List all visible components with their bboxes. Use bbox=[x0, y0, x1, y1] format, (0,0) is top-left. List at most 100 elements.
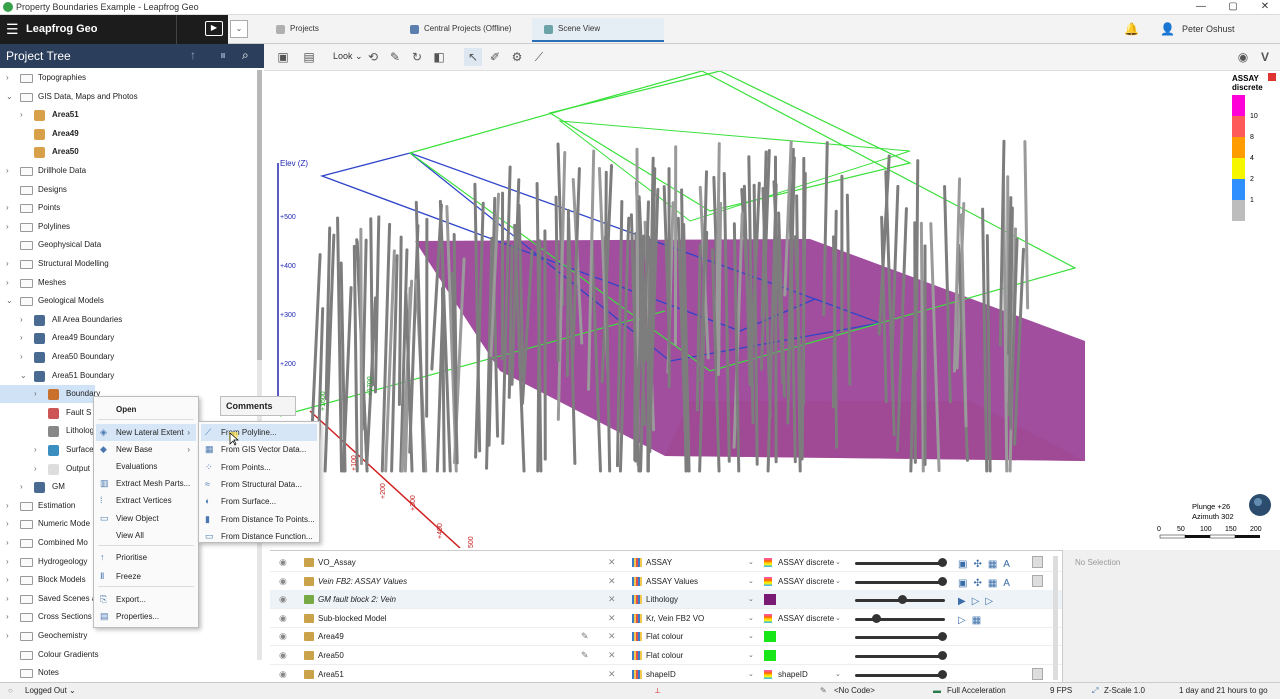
tree-item[interactable]: › All Area Boundaries bbox=[20, 311, 264, 329]
comments-label[interactable]: Comments bbox=[226, 401, 273, 411]
expand-chevron-icon[interactable]: › bbox=[20, 478, 30, 496]
visibility-eye-icon[interactable]: ◉ bbox=[279, 665, 287, 684]
property-select[interactable]: shapeID bbox=[632, 665, 676, 684]
submenu-item[interactable]: ≈ From Structural Data... bbox=[201, 476, 317, 493]
visibility-eye-icon[interactable]: ◉ bbox=[279, 553, 287, 572]
property-select[interactable]: Flat colour bbox=[632, 627, 683, 646]
chevron-down-icon[interactable]: ⌄ bbox=[835, 665, 841, 684]
opacity-slider[interactable] bbox=[855, 655, 945, 658]
expand-chevron-icon[interactable]: › bbox=[6, 162, 16, 180]
opacity-slider[interactable] bbox=[855, 580, 945, 584]
expand-chevron-icon[interactable]: › bbox=[20, 311, 30, 329]
user-icon[interactable]: 👤 bbox=[1160, 22, 1175, 36]
colour-select[interactable]: shapeID bbox=[764, 665, 808, 684]
property-select[interactable]: Kr, Vein FB2 VO bbox=[632, 609, 704, 628]
tree-item[interactable]: Geophysical Data bbox=[6, 236, 264, 254]
tree-item[interactable]: › Drillhole Data bbox=[6, 162, 264, 180]
tree-item[interactable]: › Boundary bbox=[0, 385, 100, 404]
expand-chevron-icon[interactable]: › bbox=[34, 460, 44, 478]
context-menu-item[interactable]: Open bbox=[96, 401, 196, 418]
opacity-slider-knob[interactable] bbox=[938, 558, 948, 567]
tree-item[interactable]: ⌄ GIS Data, Maps and Photos bbox=[6, 88, 264, 106]
screenshot-icon[interactable]: ▣ bbox=[274, 48, 292, 66]
tree-item[interactable]: Notes bbox=[6, 664, 264, 682]
expand-chevron-icon[interactable]: › bbox=[6, 534, 16, 552]
tree-item[interactable]: ⌄ Area51 Boundary bbox=[20, 367, 264, 385]
context-menu-item[interactable]: ▥ Extract Mesh Parts... bbox=[96, 475, 196, 492]
notification-bell-icon[interactable]: 🔔 bbox=[1124, 22, 1139, 36]
search-icon[interactable]: ⌕ bbox=[242, 48, 249, 63]
remove-x-icon[interactable]: ✕ bbox=[608, 627, 616, 646]
tab-projects[interactable]: Projects bbox=[264, 18, 394, 42]
visibility-eye-icon[interactable]: ◉ bbox=[279, 627, 287, 646]
chevron-down-icon[interactable]: ⌄ bbox=[835, 572, 841, 591]
shape-list-row[interactable]: ◉ VO_Assay ✕ ASSAY ⌄ ASSAY discrete ⌄ ▣✣▦A bbox=[270, 553, 1062, 572]
expand-chevron-icon[interactable]: › bbox=[6, 274, 16, 292]
submenu-item[interactable]: ▦ From GIS Vector Data... bbox=[201, 441, 317, 458]
tab-scene-view[interactable]: Scene View bbox=[532, 18, 664, 42]
context-menu-item[interactable]: View All bbox=[96, 527, 196, 544]
opacity-slider[interactable] bbox=[855, 636, 945, 640]
expand-chevron-icon[interactable]: › bbox=[6, 627, 16, 645]
visibility-eye-icon[interactable]: ◉ bbox=[279, 590, 287, 609]
tree-item[interactable]: Designs bbox=[6, 181, 264, 199]
property-select[interactable]: Lithology bbox=[632, 590, 678, 609]
submenu-item[interactable]: ⁘ From Points... bbox=[201, 459, 317, 476]
expand-chevron-icon[interactable]: › bbox=[34, 441, 44, 459]
context-menu-item[interactable]: ▤ Properties... bbox=[96, 608, 196, 625]
expand-chevron-icon[interactable]: › bbox=[6, 553, 16, 571]
colour-select[interactable]: ASSAY discrete bbox=[764, 553, 834, 572]
expand-chevron-icon[interactable]: › bbox=[20, 348, 30, 366]
opacity-slider-knob[interactable] bbox=[938, 632, 948, 642]
colour-swatch[interactable] bbox=[764, 650, 776, 661]
chevron-down-icon[interactable]: ⌄ bbox=[748, 609, 754, 628]
remove-x-icon[interactable]: ✕ bbox=[608, 590, 616, 609]
remove-x-icon[interactable]: ✕ bbox=[608, 665, 616, 684]
tree-item[interactable]: › Structural Modelling bbox=[6, 255, 264, 273]
property-select[interactable]: Flat colour bbox=[632, 646, 683, 665]
opacity-slider-knob[interactable] bbox=[938, 669, 948, 679]
zscale-status[interactable]: Z-Scale 1.0 bbox=[1104, 683, 1145, 699]
chevron-down-icon[interactable]: ⌄ bbox=[748, 553, 754, 572]
rotate-icon[interactable]: ⟲ bbox=[364, 48, 382, 66]
expand-chevron-icon[interactable]: › bbox=[6, 218, 16, 236]
context-menu-item[interactable]: ⎘ Export... bbox=[96, 591, 196, 608]
camera-icon[interactable]: ◉ bbox=[1234, 48, 1252, 66]
look-dropdown[interactable]: Look ⌄ bbox=[333, 51, 363, 62]
colour-select[interactable]: ASSAY discrete bbox=[764, 572, 834, 591]
expand-chevron-icon[interactable]: › bbox=[6, 69, 16, 87]
opacity-slider[interactable] bbox=[855, 562, 945, 565]
expand-chevron-icon[interactable]: › bbox=[6, 497, 16, 515]
link-icon[interactable]: ⚙ bbox=[508, 48, 526, 66]
expand-chevron-icon[interactable]: › bbox=[6, 515, 16, 533]
opacity-slider-knob[interactable] bbox=[898, 595, 907, 605]
chevron-down-icon[interactable]: ⌄ bbox=[748, 590, 754, 609]
chevron-down-icon[interactable]: ⌄ bbox=[748, 646, 754, 665]
tree-item[interactable]: › Meshes bbox=[6, 274, 264, 292]
remove-x-icon[interactable]: ✕ bbox=[608, 572, 616, 591]
colour-swatch[interactable] bbox=[764, 631, 776, 643]
tab-central-projects[interactable]: Central Projects (Offline) bbox=[398, 18, 530, 42]
more-options-icon[interactable] bbox=[1032, 556, 1043, 568]
shape-list-row[interactable]: ◉ Area50 ✎ ✕ Flat colour ⌄ bbox=[270, 646, 1062, 665]
expand-chevron-icon[interactable]: › bbox=[20, 329, 30, 347]
chevron-down-icon[interactable]: ⌄ bbox=[748, 627, 754, 646]
expand-chevron-icon[interactable]: › bbox=[6, 199, 16, 217]
expand-chevron-icon[interactable]: ⌄ bbox=[6, 292, 16, 310]
tree-item[interactable]: › Points bbox=[6, 199, 264, 217]
expand-chevron-icon[interactable]: › bbox=[20, 106, 30, 124]
tree-scrollbar-thumb[interactable] bbox=[257, 70, 262, 360]
chevron-down-icon[interactable]: ⌄ bbox=[748, 572, 754, 591]
edit-pencil-icon[interactable]: ✎ bbox=[581, 627, 589, 646]
context-menu-item[interactable]: ◈ New Lateral Extent › bbox=[96, 424, 196, 441]
tree-item[interactable]: ⌄ Geological Models bbox=[6, 292, 264, 310]
expand-chevron-icon[interactable]: › bbox=[6, 590, 16, 608]
edit-pencil-icon[interactable]: ✎ bbox=[581, 646, 589, 665]
ruler-icon[interactable]: ⟋ bbox=[530, 48, 548, 66]
opacity-slider-knob[interactable] bbox=[938, 576, 948, 586]
shape-list-row[interactable]: ◉ Area51 ✕ shapeID ⌄ shapeID ⌄ bbox=[270, 665, 1062, 684]
v-settings-icon[interactable]: V bbox=[1256, 48, 1274, 66]
user-name[interactable]: Peter Oshust bbox=[1182, 24, 1235, 34]
remove-x-icon[interactable]: ✕ bbox=[608, 553, 616, 572]
opacity-slider-knob[interactable] bbox=[872, 613, 882, 623]
